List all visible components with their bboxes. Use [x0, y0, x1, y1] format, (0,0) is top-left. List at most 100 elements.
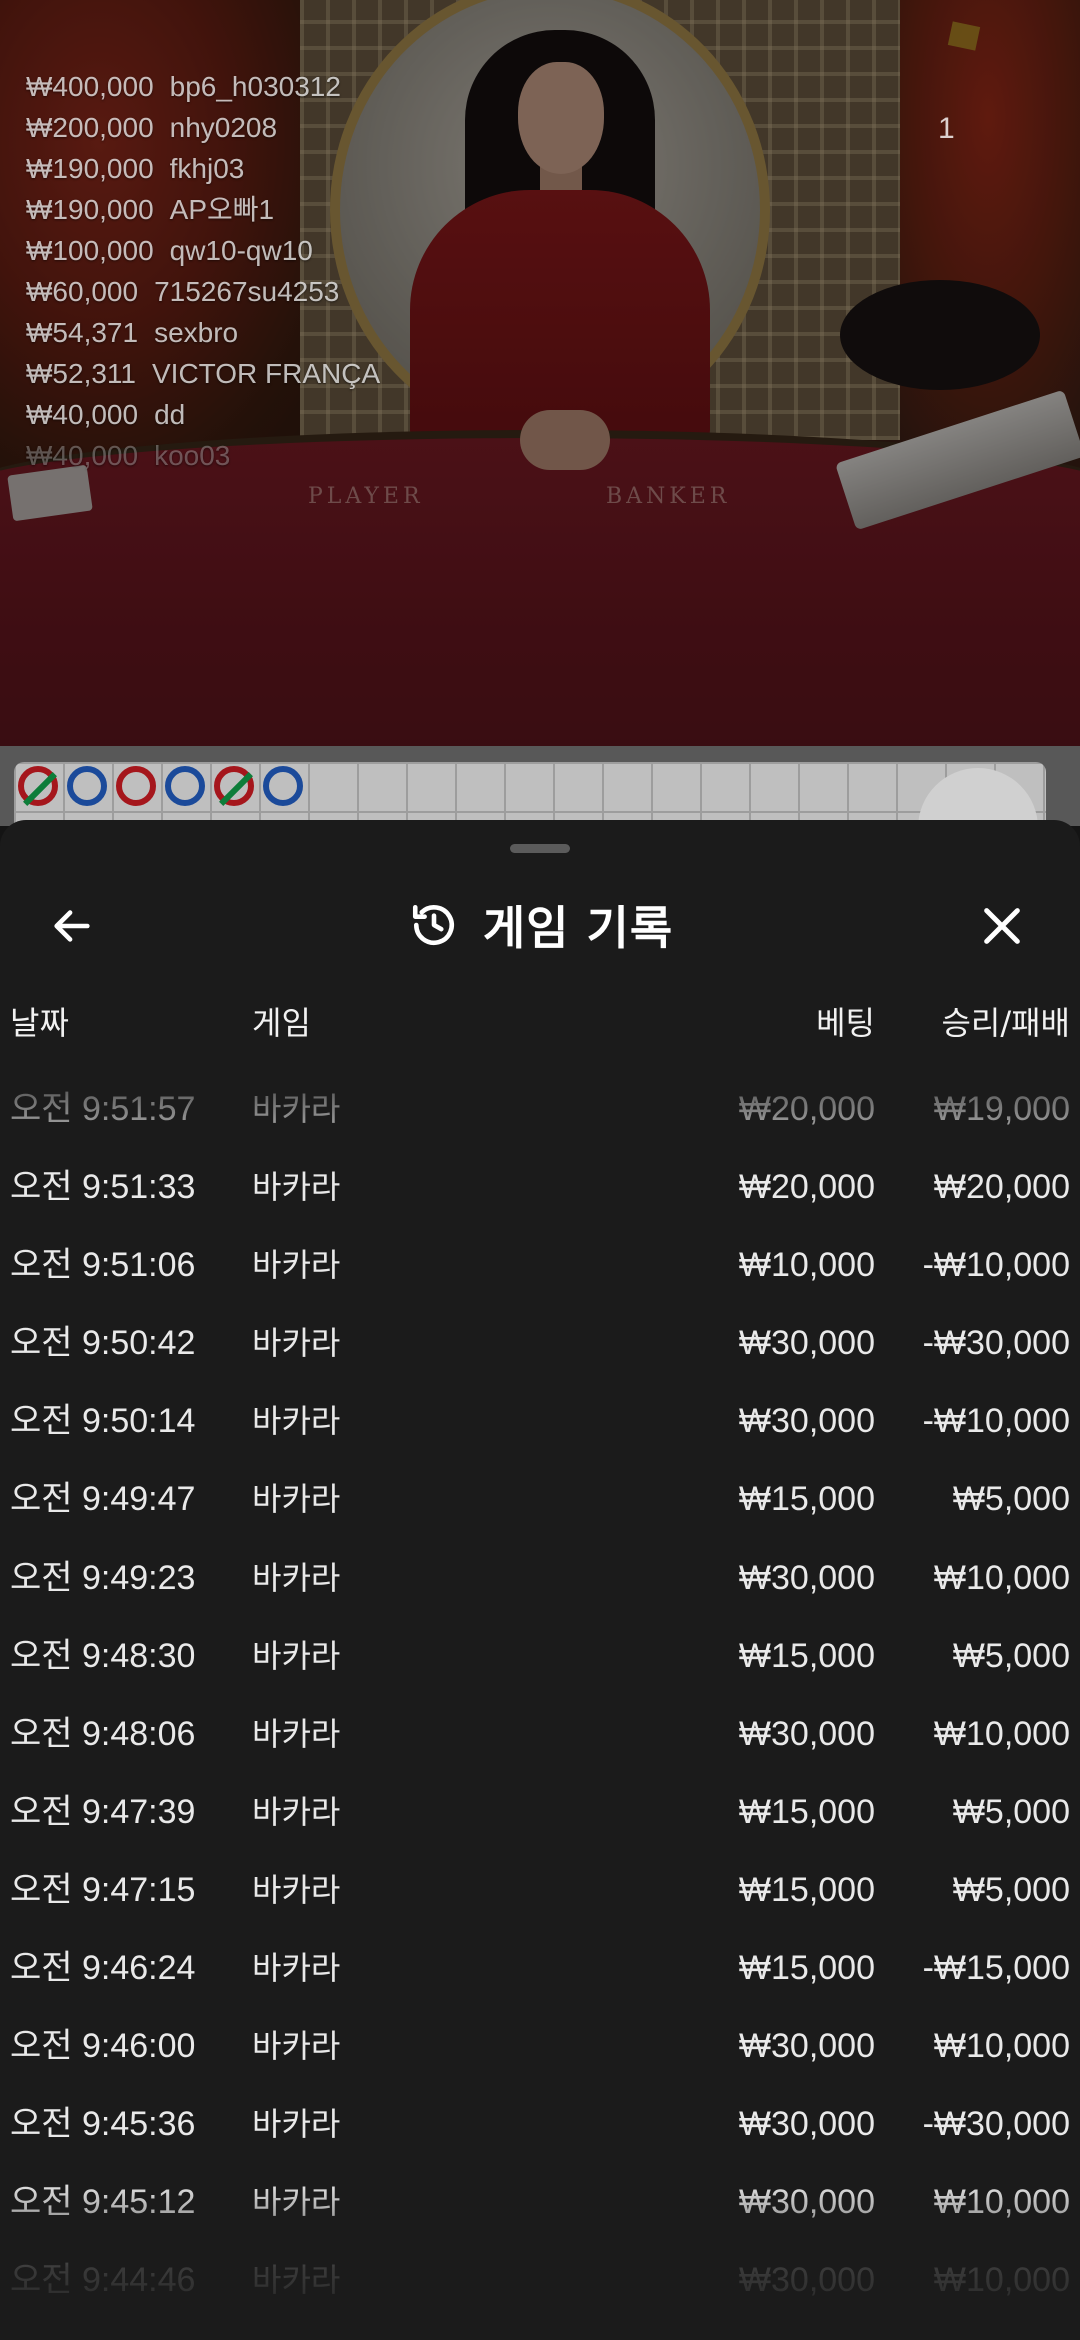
history-row[interactable]: 오전 9:48:06 바카라 ₩30,000 ₩10,000 [0, 1695, 1080, 1773]
row-game: 바카라 [252, 1870, 341, 1909]
winner-user: VICTOR FRANÇA [152, 358, 381, 389]
history-row[interactable]: 오전 9:49:23 바카라 ₩30,000 ₩10,000 [0, 1539, 1080, 1617]
history-row[interactable]: 오전 9:46:00 바카라 ₩30,000 ₩10,000 [0, 2007, 1080, 2085]
row-result: ₩10,000 [933, 2027, 1070, 2066]
row-date: 오전 9:45:12 [10, 2183, 196, 2222]
sheet-title-group: 게임 기록 [0, 880, 1080, 970]
winner-amount: ₩100,000 [26, 235, 154, 266]
row-bet: ₩30,000 [738, 1558, 875, 1597]
row-bet: ₩10,000 [738, 1246, 875, 1285]
row-result: -₩10,000 [922, 1402, 1070, 1441]
winner-amount: ₩400,000 [26, 71, 154, 102]
history-row[interactable]: 오전 9:51:33 바카라 ₩20,000 ₩20,000 [0, 1148, 1080, 1226]
back-button[interactable] [40, 894, 104, 958]
history-row[interactable]: 오전 9:51:57 바카라 ₩20,000 ₩19,000 [0, 1070, 1080, 1148]
row-bet: ₩15,000 [738, 1480, 875, 1519]
row-result: ₩10,000 [933, 1714, 1070, 1753]
row-result: ₩10,000 [933, 2183, 1070, 2222]
sheet-header: 게임 기록 [0, 880, 1080, 970]
history-row[interactable]: 오전 9:45:36 바카라 ₩30,000 -₩30,000 [0, 2085, 1080, 2163]
row-result: -₩30,000 [922, 1324, 1070, 1363]
winner-user: fkhj03 [169, 153, 245, 184]
history-row[interactable]: 오전 9:50:42 바카라 ₩30,000 -₩30,000 [0, 1304, 1080, 1382]
winner-row: ₩60,000 715267su4253 [26, 271, 380, 312]
history-row[interactable]: 오전 9:45:12 바카라 ₩30,000 ₩10,000 [0, 2163, 1080, 2241]
row-game: 바카라 [252, 1792, 341, 1831]
row-date: 오전 9:49:23 [10, 1558, 196, 1597]
row-result: ₩5,000 [952, 1792, 1070, 1831]
history-row[interactable]: 오전 9:50:14 바카라 ₩30,000 -₩10,000 [0, 1382, 1080, 1460]
row-date: 오전 9:51:33 [10, 1168, 196, 1207]
row-date: 오전 9:47:15 [10, 1870, 196, 1909]
winner-row: ₩40,000 dd [26, 394, 380, 435]
history-row[interactable]: 오전 9:51:06 바카라 ₩10,000 -₩10,000 [0, 1226, 1080, 1304]
bead-player [263, 766, 303, 806]
history-row[interactable]: 오전 9:49:47 바카라 ₩15,000 ₩5,000 [0, 1460, 1080, 1538]
close-button[interactable] [970, 894, 1034, 958]
row-game: 바카라 [252, 2183, 341, 2222]
game-history-sheet: 게임 기록 날짜 게임 베팅 승리/패배 오전 9:51:57 바카라 ₩20,00… [0, 820, 1080, 2340]
close-icon [984, 908, 1020, 944]
winner-row: ₩40,000 koo03 [26, 435, 380, 476]
bead-banker-tie [18, 766, 58, 806]
row-result: -₩10,000 [922, 1246, 1070, 1285]
winner-user: sexbro [154, 317, 239, 348]
winner-amount: ₩40,000 [26, 399, 139, 430]
winner-row: ₩52,311 VICTOR FRANÇA [26, 353, 380, 394]
history-row[interactable]: 오전 9:47:39 바카라 ₩15,000 ₩5,000 [0, 1773, 1080, 1851]
sheet-title: 게임 기록 [482, 901, 674, 955]
winner-amount: ₩190,000 [26, 194, 154, 225]
row-bet: ₩15,000 [738, 1636, 875, 1675]
row-bet: ₩30,000 [738, 1324, 875, 1363]
history-row[interactable]: 오전 9:44:46 바카라 ₩30,000 ₩10,000 [0, 2241, 1080, 2319]
row-game: 바카라 [252, 1324, 341, 1363]
row-result: ₩10,000 [933, 1558, 1070, 1597]
history-list[interactable]: 오전 9:51:57 바카라 ₩20,000 ₩19,000 오전 9:51:33 바카… [0, 1070, 1080, 2320]
row-result: ₩19,000 [933, 1090, 1070, 1128]
row-date: 오전 9:51:06 [10, 1246, 196, 1285]
history-row[interactable]: 오전 9:47:15 바카라 ₩15,000 ₩5,000 [0, 1851, 1080, 1929]
row-bet: ₩20,000 [738, 1168, 875, 1207]
winner-amount: ₩40,000 [26, 440, 139, 471]
row-bet: ₩30,000 [738, 1714, 875, 1753]
row-game: 바카라 [252, 1246, 341, 1285]
winner-row: ₩400,000 bp6_h030312 [26, 66, 380, 107]
history-icon [407, 898, 461, 952]
row-date: 오전 9:44:46 [10, 2261, 196, 2300]
row-game: 바카라 [252, 1714, 341, 1753]
row-game: 바카라 [252, 1949, 341, 1988]
winner-amount: ₩52,311 [26, 358, 136, 389]
sheet-drag-handle[interactable] [510, 844, 570, 853]
row-date: 오전 9:46:00 [10, 2027, 196, 2066]
row-date: 오전 9:48:30 [10, 1636, 196, 1675]
row-game: 바카라 [252, 2027, 341, 2066]
row-date: 오전 9:50:42 [10, 1324, 196, 1363]
row-bet: ₩30,000 [738, 2261, 875, 2300]
row-result: ₩10,000 [933, 2261, 1070, 2300]
bead-player [165, 766, 205, 806]
row-game: 바카라 [252, 1558, 341, 1597]
winner-user: bp6_h030312 [169, 71, 341, 102]
history-row[interactable]: 오전 9:46:24 바카라 ₩15,000 -₩15,000 [0, 1929, 1080, 2007]
winner-row: ₩190,000 fkhj03 [26, 148, 380, 189]
winner-user: 715267su4253 [154, 276, 340, 307]
row-game: 바카라 [252, 1636, 341, 1675]
winner-user: koo03 [154, 440, 231, 471]
row-bet: ₩20,000 [738, 1090, 875, 1128]
row-result: ₩5,000 [952, 1870, 1070, 1909]
row-result: ₩20,000 [933, 1168, 1070, 1207]
column-header-date: 날짜 [10, 1004, 69, 1042]
row-bet: ₩30,000 [738, 1402, 875, 1441]
history-row[interactable]: 오전 9:48:30 바카라 ₩15,000 ₩5,000 [0, 1617, 1080, 1695]
row-bet: ₩15,000 [738, 1870, 875, 1909]
winner-row: ₩200,000 nhy0208 [26, 107, 380, 148]
winner-amount: ₩54,371 [26, 317, 139, 348]
row-game: 바카라 [252, 1168, 341, 1207]
row-game: 바카라 [252, 2105, 341, 2144]
row-game: 바카라 [252, 1402, 341, 1441]
live-video: PLAYER BANKER ₩400,000 bp6_h030312 ₩200,0… [0, 0, 1080, 746]
row-date: 오전 9:50:14 [10, 1402, 196, 1441]
bead-banker [116, 766, 156, 806]
column-header-bet: 베팅 [816, 1004, 875, 1042]
bead-banker-tie [214, 766, 254, 806]
